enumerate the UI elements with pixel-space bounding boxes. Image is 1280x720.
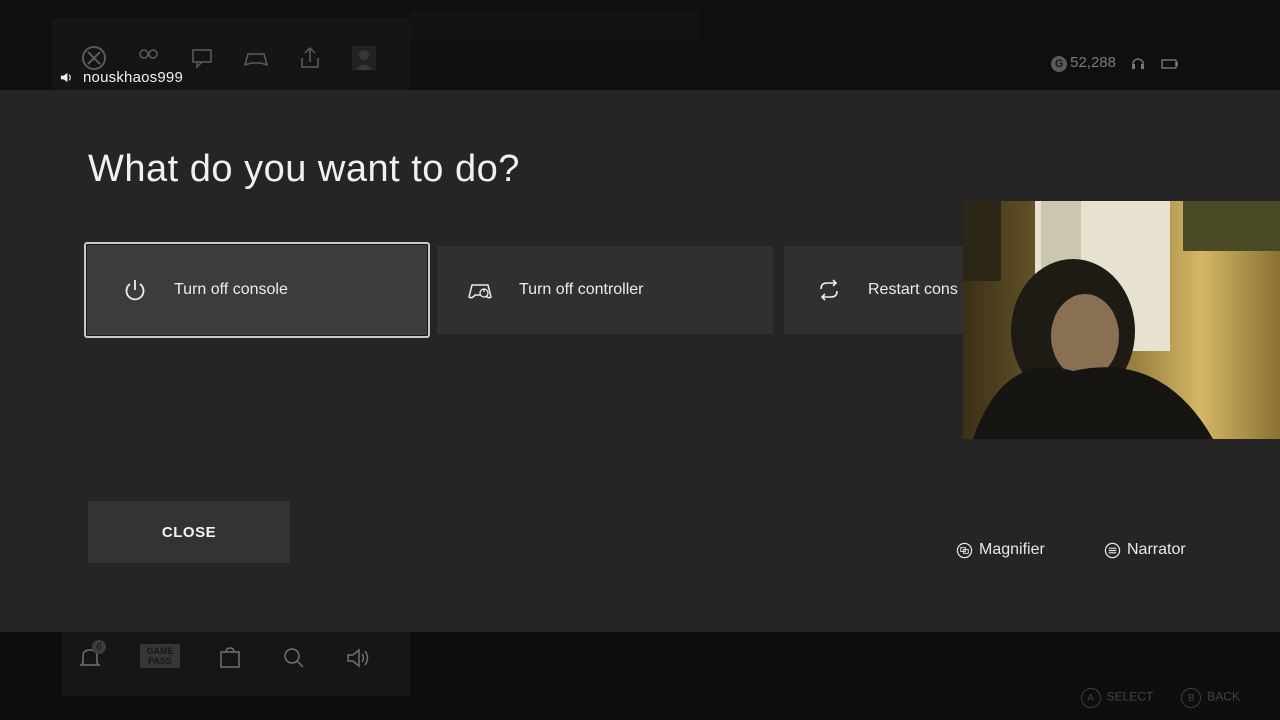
view-button-icon (956, 542, 973, 558)
narrator-button[interactable]: Narrator (1104, 541, 1186, 559)
search-icon (280, 644, 308, 672)
game-pass-icon: GAME PASS (140, 644, 180, 672)
gamertag-label: nouskhaos999 (83, 68, 183, 86)
select-hint: A SELECT (1080, 688, 1153, 708)
gamerscore-icon: G (1051, 56, 1068, 72)
controller-power-icon (467, 277, 493, 303)
notifications-icon: 6 (76, 640, 106, 672)
magnifier-label: Magnifier (979, 541, 1045, 558)
game-pass-logo: GAME PASS (140, 644, 180, 668)
option-label: Turn off controller (519, 281, 644, 298)
close-button[interactable]: CLOSE (88, 501, 290, 563)
narrator-label: Narrator (1127, 541, 1186, 558)
guide-footer-icons: 6 GAME PASS (76, 640, 372, 672)
magnifier-button[interactable]: Magnifier (956, 541, 1045, 559)
guide-tabs (410, 10, 700, 40)
volume-icon (344, 644, 372, 672)
gamerscore-value: 52,288 (1070, 54, 1116, 71)
restart-icon (816, 277, 842, 303)
controller-hints: A SELECT B BACK (1080, 688, 1240, 708)
status-area: G 52,288 (1051, 54, 1180, 72)
option-label: Restart cons (868, 281, 958, 298)
headset-icon (1132, 58, 1144, 69)
share-icon (296, 44, 324, 72)
chat-icon (188, 44, 216, 72)
screen: nouskhaos999 G 52,288 What do you want to… (0, 0, 1280, 720)
gamerscore: G 52,288 (1051, 54, 1116, 72)
back-hint: B BACK (1181, 688, 1240, 708)
controller-icon (242, 44, 270, 72)
power-icon (122, 277, 148, 303)
a-button-icon: A (1080, 688, 1101, 708)
turn-off-controller-button[interactable]: Turn off controller (437, 246, 773, 334)
dialog-title: What do you want to do? (88, 148, 520, 190)
option-label: Turn off console (174, 281, 288, 298)
b-button-icon: B (1181, 688, 1202, 708)
profile-avatar (350, 44, 378, 72)
speaker-icon (60, 72, 71, 82)
battery-icon (1161, 59, 1178, 69)
menu-button-icon (1104, 542, 1121, 558)
turn-off-console-button[interactable]: Turn off console (84, 242, 430, 338)
store-icon (216, 644, 244, 672)
guide-footer: 6 GAME PASS A SELECT B BACK (0, 632, 1280, 720)
active-user: nouskhaos999 (60, 67, 183, 87)
notification-count: 6 (92, 640, 106, 654)
webcam-feed (963, 201, 1280, 439)
